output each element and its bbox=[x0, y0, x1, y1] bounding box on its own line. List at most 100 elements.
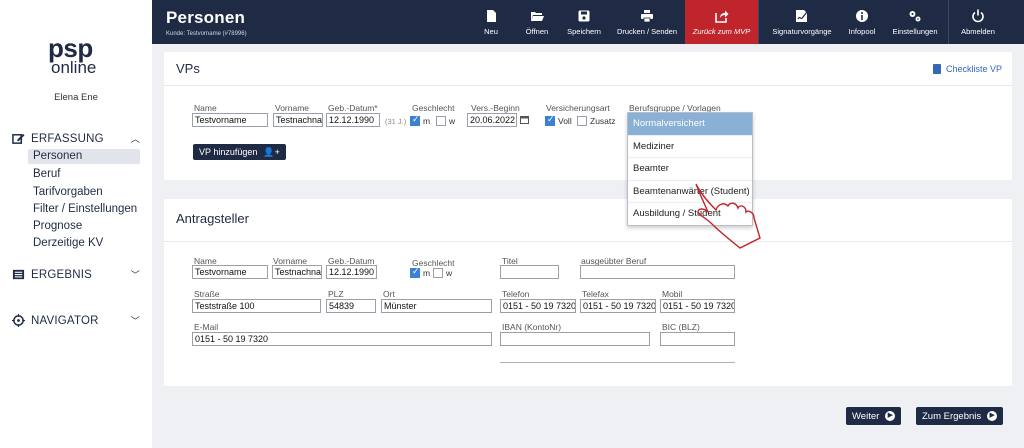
sidebar-item-prognose[interactable]: Prognose bbox=[33, 220, 82, 232]
calendar-icon[interactable] bbox=[520, 115, 529, 124]
as-gender-m-label: m bbox=[423, 268, 431, 278]
crosshair-icon bbox=[12, 314, 25, 327]
section-ergebnis[interactable]: ERGEBNIS ﹀ bbox=[12, 268, 140, 281]
divider-line bbox=[500, 362, 735, 363]
zum-ergebnis-label: Zum Ergebnis bbox=[922, 410, 982, 422]
print-icon bbox=[641, 9, 653, 22]
nav-einstellungen-button[interactable]: Einstellungen bbox=[890, 0, 940, 44]
dropdown-option-mediziner[interactable]: Mediziner bbox=[628, 136, 752, 158]
as-vorname-input[interactable]: Testnachna bbox=[272, 265, 322, 279]
as-gender-m-checkbox[interactable] bbox=[410, 266, 420, 278]
sidebar-item-tarifvorgaben[interactable]: Tarifvorgaben bbox=[33, 186, 103, 198]
as-strasse-input[interactable]: Teststraße 100 bbox=[192, 299, 321, 313]
edit-icon bbox=[12, 133, 25, 144]
gears-icon bbox=[909, 10, 921, 21]
sidebar-item-personen[interactable]: Personen bbox=[28, 149, 140, 164]
dropdown-option-normalversichert[interactable]: Normalversichert bbox=[628, 113, 752, 136]
vp-versart-label: Versicherungsart bbox=[546, 103, 610, 113]
sidebar-item-filter[interactable]: Filter / Einstellungen bbox=[33, 203, 137, 215]
nav-neu-label: Neu bbox=[484, 26, 498, 36]
as-mobil-input[interactable]: 0151 - 50 19 7320 bbox=[660, 299, 735, 313]
as-email-label: E-Mail bbox=[194, 322, 219, 332]
section-erfassung-label: ERFASSUNG bbox=[31, 132, 104, 145]
save-icon bbox=[578, 10, 590, 21]
user-name: Elena Ene bbox=[54, 92, 98, 103]
hand-pointer-icon bbox=[695, 183, 761, 249]
section-navigator[interactable]: NAVIGATOR ﹀ bbox=[12, 314, 140, 327]
nav-signatur-label: Signaturvorgänge bbox=[772, 26, 832, 36]
nav-infopool-button[interactable]: Infopool bbox=[844, 0, 880, 44]
arrow-right-icon: ▶ bbox=[885, 411, 896, 421]
dropdown-option-beamter[interactable]: Beamter bbox=[628, 158, 752, 181]
weiter-label: Weiter bbox=[852, 410, 880, 422]
chevron-down-icon: ﹀ bbox=[130, 270, 140, 280]
as-telefon-label: Telefon bbox=[502, 289, 530, 299]
section-ergebnis-label: ERGEBNIS bbox=[31, 268, 93, 281]
vp-vorname-input[interactable]: Testnachna bbox=[273, 113, 323, 127]
section-erfassung[interactable]: ERFASSUNG ︿ bbox=[12, 132, 140, 145]
nav-abmelden-label: Abmelden bbox=[961, 26, 995, 36]
nav-signatur-button[interactable]: Signaturvorgänge bbox=[767, 0, 837, 44]
nav-oeffnen-button[interactable]: Öffnen bbox=[520, 0, 554, 44]
vp-gender-m-checkbox[interactable] bbox=[410, 114, 420, 126]
as-name-input[interactable]: Testvorname bbox=[192, 265, 268, 279]
nav-separator bbox=[758, 0, 759, 44]
add-vp-label: VP hinzufügen bbox=[199, 147, 258, 157]
vp-geb-input[interactable]: 12.12.1990 bbox=[326, 113, 380, 127]
document-icon bbox=[932, 64, 941, 74]
vp-zusatz-label: Zusatz bbox=[590, 116, 616, 126]
as-ort-input[interactable]: Münster bbox=[381, 299, 492, 313]
as-iban-input[interactable] bbox=[500, 332, 650, 346]
weiter-button[interactable]: Weiter ▶ bbox=[846, 407, 902, 425]
add-vp-button[interactable]: VP hinzufügen 👤+ bbox=[193, 144, 286, 160]
as-mobil-label: Mobil bbox=[662, 289, 683, 299]
as-telefax-input[interactable]: 0151 - 50 19 7320 bbox=[580, 299, 656, 313]
as-telefon-input[interactable]: 0151 - 50 19 7320 bbox=[500, 299, 576, 313]
vp-gender-w-checkbox[interactable] bbox=[436, 116, 446, 126]
vp-versbeginn-input[interactable]: 20.06.2022 bbox=[467, 113, 517, 127]
nav-abmelden-button[interactable]: Abmelden bbox=[958, 0, 998, 44]
as-strasse-label: Straße bbox=[194, 289, 220, 299]
nav-drucken-label: Drucken / Senden bbox=[616, 26, 678, 36]
as-beruf-input[interactable] bbox=[580, 265, 735, 279]
as-email-input[interactable]: 0151 - 50 19 7320 bbox=[192, 332, 492, 346]
as-plz-input[interactable]: 54839 bbox=[326, 299, 376, 313]
share-icon bbox=[714, 10, 728, 23]
nav-zurueck-mvp-button[interactable]: Zurück zum MVP bbox=[685, 0, 758, 44]
antragsteller-divider bbox=[164, 241, 1012, 242]
vp-name-input[interactable]: Testvorname bbox=[192, 113, 268, 127]
chevron-up-icon: ︿ bbox=[130, 134, 140, 144]
as-titel-input[interactable] bbox=[500, 265, 559, 279]
nav-drucken-button[interactable]: Drucken / Senden bbox=[613, 0, 681, 44]
vp-voll-checkbox[interactable] bbox=[545, 114, 555, 126]
vp-geb-label: Geb.-Datum* bbox=[328, 103, 378, 113]
vp-voll-label: Voll bbox=[558, 116, 572, 126]
file-icon bbox=[487, 9, 496, 22]
vp-age-note: (31 J.) bbox=[385, 117, 407, 126]
arrow-right-icon: ▶ bbox=[987, 411, 998, 421]
as-gender-w-checkbox[interactable] bbox=[433, 268, 443, 278]
list-icon bbox=[12, 269, 25, 280]
nav-neu-button[interactable]: Neu bbox=[477, 0, 505, 44]
vps-title: VPs bbox=[176, 61, 200, 76]
as-bic-input[interactable] bbox=[660, 332, 735, 346]
checklist-vp-label: Checkliste VP bbox=[945, 64, 1002, 74]
checklist-vp-link[interactable]: Checkliste VP bbox=[932, 64, 1002, 74]
sidebar-item-beruf[interactable]: Beruf bbox=[33, 168, 61, 180]
as-geb-input[interactable]: 12.12.1990 bbox=[326, 265, 377, 279]
chevron-down-icon: ﹀ bbox=[130, 316, 140, 326]
sidebar-item-derzeitige-kv[interactable]: Derzeitige KV bbox=[33, 237, 103, 249]
info-icon bbox=[856, 9, 868, 22]
nav-infopool-label: Infopool bbox=[848, 26, 876, 36]
vp-geschlecht-label: Geschlecht bbox=[412, 103, 455, 113]
vp-gender-m-label: m bbox=[423, 116, 431, 126]
nav-speichern-button[interactable]: Speichern bbox=[563, 0, 605, 44]
signature-icon bbox=[796, 9, 808, 22]
zum-ergebnis-button[interactable]: Zum Ergebnis ▶ bbox=[916, 407, 1004, 425]
page-title: Personen bbox=[166, 8, 246, 27]
vp-zusatz-checkbox[interactable] bbox=[577, 116, 587, 126]
logo-online: online bbox=[51, 58, 97, 77]
as-gender-w-label: w bbox=[446, 268, 453, 278]
vp-gender-w-label: w bbox=[449, 116, 456, 126]
vp-name-label: Name bbox=[194, 103, 217, 113]
